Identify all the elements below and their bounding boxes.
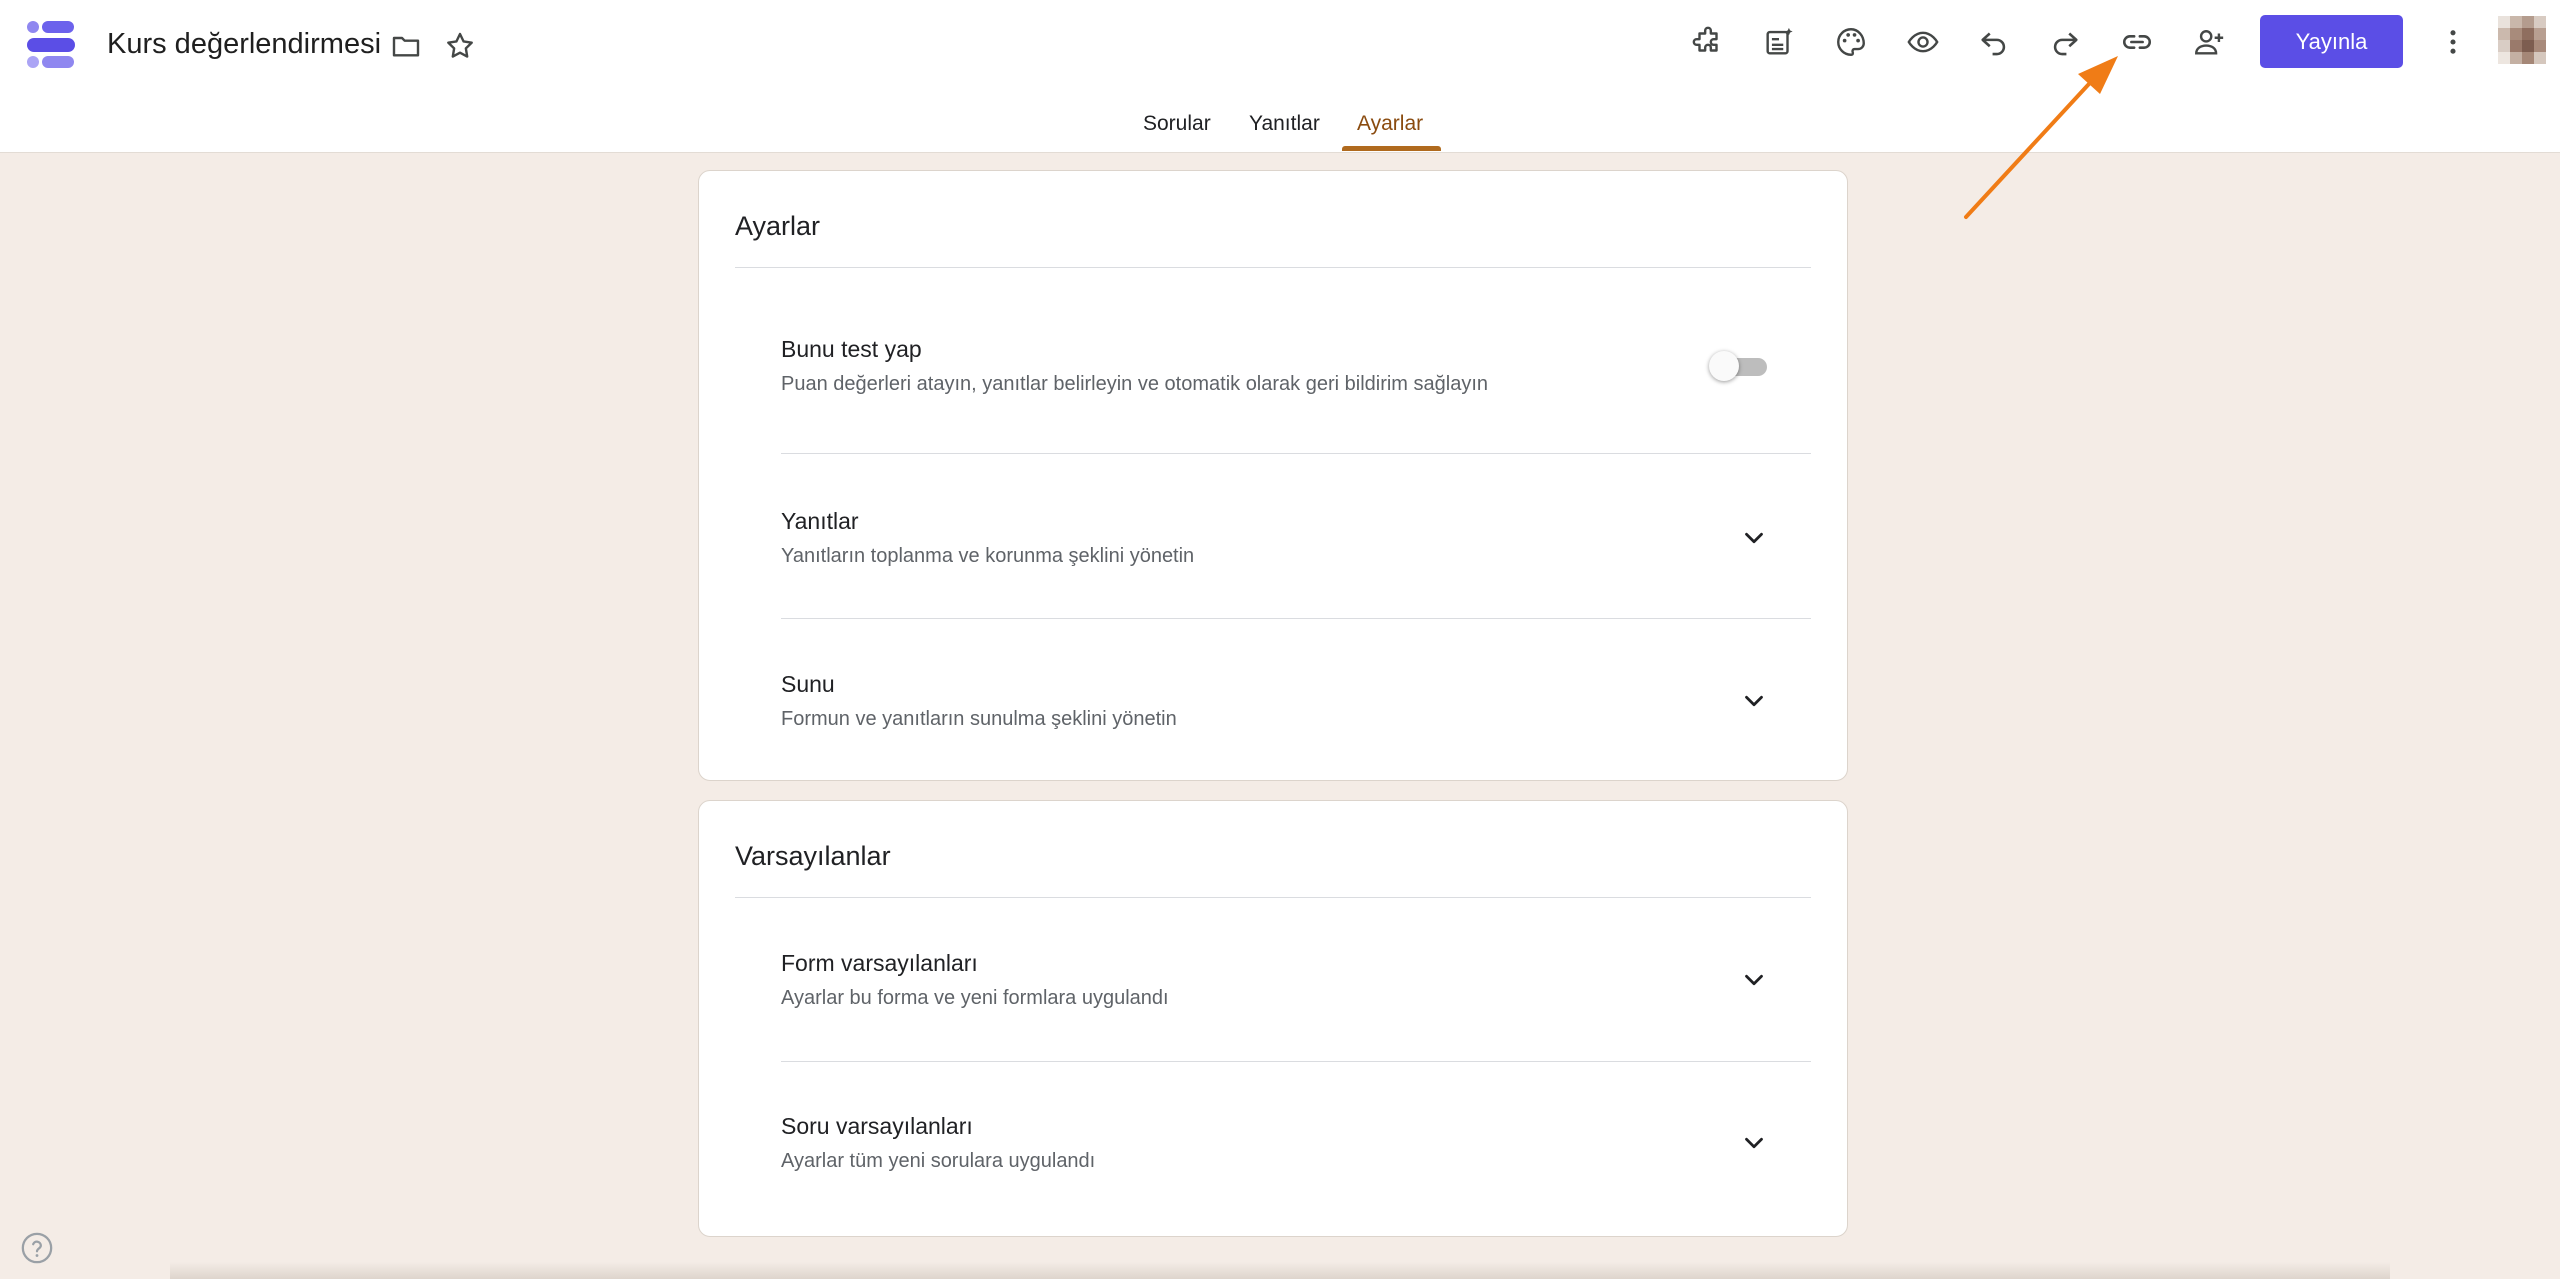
divider bbox=[781, 618, 1811, 619]
quiz-ai-icon[interactable] bbox=[1757, 20, 1801, 64]
divider bbox=[735, 897, 1811, 898]
tab-responses[interactable]: Yanıtlar bbox=[1249, 112, 1320, 153]
row-title: Soru varsayılanları bbox=[781, 1113, 973, 1139]
addons-icon[interactable] bbox=[1686, 20, 1730, 64]
link-icon[interactable] bbox=[2115, 20, 2159, 64]
add-collaborator-icon[interactable] bbox=[2187, 20, 2231, 64]
row-subtitle: Ayarlar tüm yeni sorulara uygulandı bbox=[781, 1150, 1096, 1172]
divider bbox=[781, 1061, 1811, 1062]
chevron-down-icon[interactable] bbox=[1737, 1126, 1771, 1160]
chevron-down-icon[interactable] bbox=[1737, 684, 1771, 718]
undo-icon[interactable] bbox=[1972, 20, 2016, 64]
tab-bar: Sorular Yanıtlar Ayarlar bbox=[0, 108, 2560, 153]
tab-questions[interactable]: Sorular bbox=[1143, 112, 1211, 153]
more-vert-icon[interactable] bbox=[2431, 20, 2475, 64]
row-subtitle: Puan değerleri atayın, yanıtlar belirley… bbox=[781, 373, 1489, 395]
row-title: Yanıtlar bbox=[781, 508, 859, 534]
defaults-card: Varsayılanlar Form varsayılanları Ayarla… bbox=[698, 800, 1848, 1237]
row-subtitle: Ayarlar bu forma ve yeni formlara uygula… bbox=[781, 987, 1169, 1009]
help-icon[interactable] bbox=[20, 1231, 54, 1265]
row-title: Form varsayılanları bbox=[781, 950, 978, 976]
row-subtitle: Yanıtların toplanma ve korunma şeklini y… bbox=[781, 545, 1195, 567]
publish-button[interactable]: Yayınla bbox=[2260, 15, 2403, 68]
card-title: Ayarlar bbox=[735, 211, 821, 241]
avatar[interactable] bbox=[2498, 16, 2546, 64]
chevron-down-icon[interactable] bbox=[1737, 963, 1771, 997]
card-title: Varsayılanlar bbox=[735, 841, 891, 871]
bottom-shadow bbox=[170, 1262, 2390, 1279]
chevron-down-icon[interactable] bbox=[1737, 521, 1771, 555]
folder-icon[interactable] bbox=[388, 28, 424, 64]
row-title: Sunu bbox=[781, 671, 835, 697]
divider bbox=[735, 267, 1811, 268]
forms-logo-icon[interactable] bbox=[24, 18, 78, 72]
quiz-toggle[interactable] bbox=[1709, 350, 1767, 382]
palette-icon[interactable] bbox=[1829, 20, 1873, 64]
preview-icon[interactable] bbox=[1901, 20, 1945, 64]
top-header: Kurs değerlendirmesi Yayınla Sorular Yan… bbox=[0, 0, 2560, 153]
active-tab-indicator bbox=[1342, 146, 1441, 151]
settings-card: Ayarlar Bunu test yap Puan değerleri ata… bbox=[698, 170, 1848, 781]
redo-icon[interactable] bbox=[2043, 20, 2087, 64]
divider bbox=[781, 453, 1811, 454]
row-subtitle: Formun ve yanıtların sunulma şeklini yön… bbox=[781, 708, 1177, 730]
star-icon[interactable] bbox=[442, 28, 478, 64]
document-title[interactable]: Kurs değerlendirmesi bbox=[107, 28, 381, 61]
row-title: Bunu test yap bbox=[781, 336, 922, 362]
